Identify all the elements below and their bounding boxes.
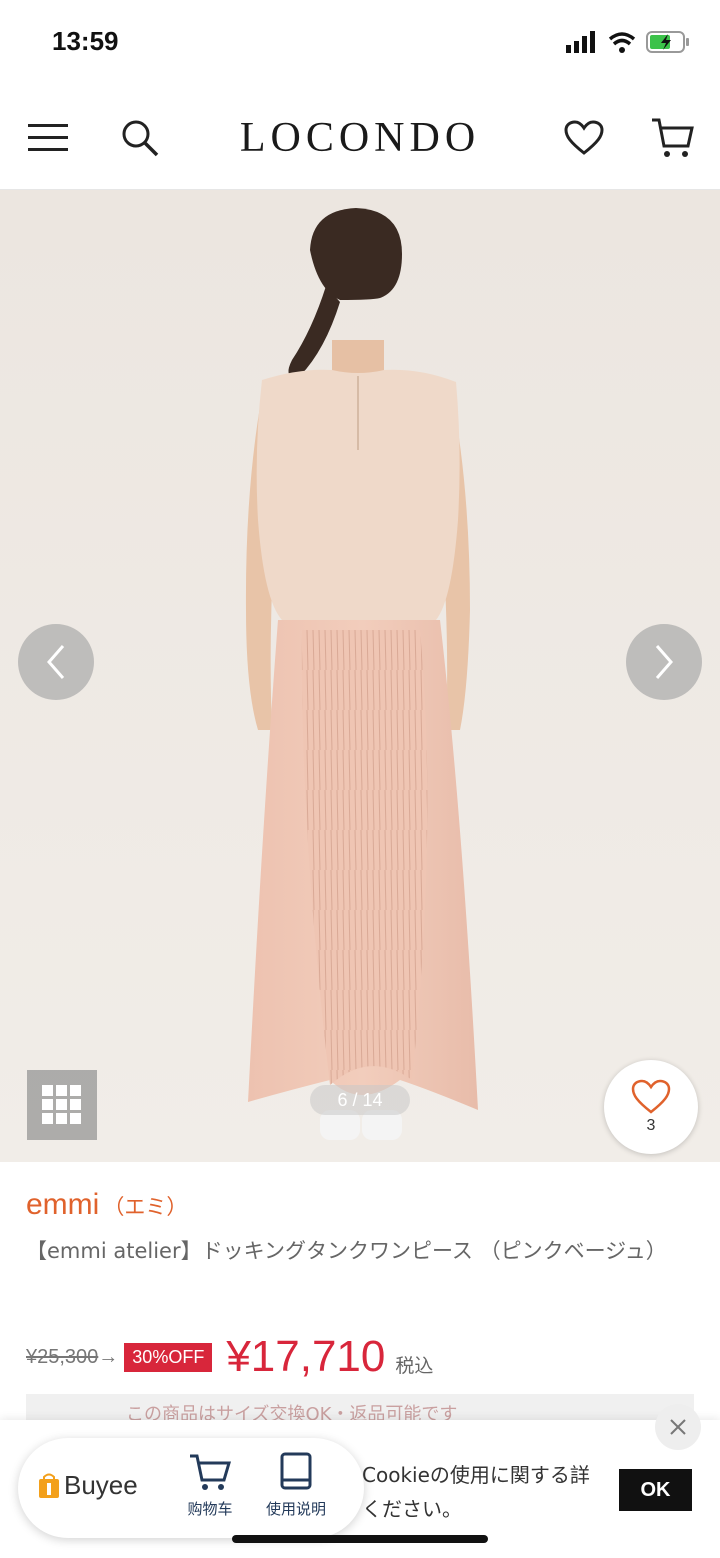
prev-image-button[interactable] <box>18 624 94 700</box>
grid-icon <box>42 1085 81 1124</box>
favorites-button[interactable] <box>556 110 612 166</box>
price-row: ¥25,300 → 30%OFF ¥17,710 税込 <box>26 1332 433 1382</box>
heart-icon <box>564 120 604 155</box>
book-icon <box>280 1452 312 1490</box>
buyee-bag-icon <box>39 1473 59 1498</box>
buyee-guide-label: 使用说明 <box>265 1500 326 1518</box>
buyee-cart-label: 购物车 <box>187 1500 233 1518</box>
heart-outline-icon <box>631 1079 671 1114</box>
status-bar: 13:59 <box>0 0 720 88</box>
site-logo[interactable]: LOCONDO <box>0 114 720 162</box>
thumbnail-grid-button[interactable] <box>27 1070 97 1140</box>
status-time: 13:59 <box>52 26 119 56</box>
image-counter: 6 / 14 <box>310 1085 410 1115</box>
buyee-logo[interactable]: Buyee <box>38 1470 138 1501</box>
tax-label: 税込 <box>395 1355 434 1377</box>
buyee-wordmark: Buyee <box>64 1470 138 1500</box>
brand-kana: （エミ） <box>103 1196 188 1219</box>
cookie-close-button[interactable] <box>655 1404 701 1450</box>
cart-icon <box>190 1454 232 1490</box>
cart-icon <box>652 118 694 157</box>
chevron-right-icon <box>655 645 673 679</box>
favorite-count: 3 <box>646 1117 656 1134</box>
sale-price: ¥17,710 <box>226 1332 386 1381</box>
product-image-gallery[interactable]: 6 / 14 3 <box>0 190 720 1162</box>
cookie-text: Cookieの使用に関する詳ください。 <box>362 1463 590 1521</box>
favorite-button[interactable]: 3 <box>604 1060 698 1154</box>
close-icon <box>670 1419 686 1435</box>
status-icons <box>566 30 690 54</box>
buyee-guide-button[interactable]: 使用说明 <box>254 1452 338 1530</box>
product-photo <box>0 190 720 1162</box>
signal-icon <box>566 31 595 53</box>
home-indicator <box>232 1535 488 1543</box>
buyee-cart-button[interactable]: 购物车 <box>168 1452 252 1530</box>
discount-badge: 30%OFF <box>124 1342 213 1372</box>
battery-icon <box>646 31 689 53</box>
site-header: LOCONDO <box>0 88 720 190</box>
next-image-button[interactable] <box>626 624 702 700</box>
brand-link[interactable]: emmi （エミ） <box>26 1188 187 1222</box>
brand-name: emmi <box>26 1188 100 1221</box>
cart-button[interactable] <box>644 110 700 166</box>
wifi-icon <box>608 32 636 53</box>
buyee-widget: Buyee 购物车 使用说明 <box>18 1438 364 1538</box>
chevron-left-icon <box>47 645 65 679</box>
product-title: 【emmi atelier】ドッキングタンクワンピース （ピンクベージュ） <box>26 1239 667 1263</box>
price-arrow: → <box>98 1345 119 1368</box>
cookie-ok-button[interactable]: OK <box>619 1469 692 1511</box>
original-price: ¥25,300 <box>26 1345 99 1368</box>
